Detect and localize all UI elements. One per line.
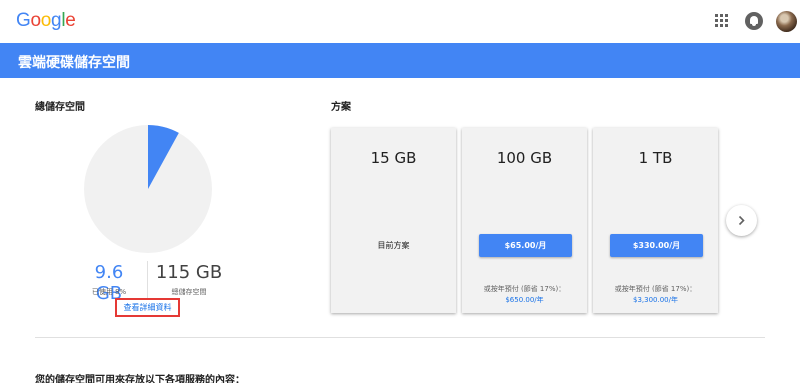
chevron-right-icon — [738, 215, 745, 226]
total-storage-value: 115 GB — [155, 262, 223, 283]
services-heading: 您的儲存空間可用來存放以下各項服務的內容： — [35, 375, 245, 383]
plan-card-1tb: 1 TB $330.00/月 或按年預付 (節省 17%)： $3,300.00… — [593, 128, 718, 313]
buy-100gb-button[interactable]: $65.00/月 — [479, 234, 572, 257]
logo-letter: g — [51, 10, 62, 31]
logo-letter: o — [40, 10, 52, 31]
annual-note: 或按年預付 (節省 17%)： — [614, 285, 697, 293]
logo-letter: e — [65, 10, 76, 31]
plan-size: 1 TB — [638, 149, 673, 167]
plan-card-100gb: 100 GB $65.00/月 或按年預付 (節省 17%)： $650.00/… — [462, 128, 587, 313]
logo-letter: G — [16, 10, 31, 31]
view-details-link[interactable]: 查看詳細資料 — [115, 298, 180, 317]
plan-card-15gb: 15 GB 目前方案 — [331, 128, 456, 313]
total-storage-heading: 總儲存空間 — [35, 102, 85, 113]
top-bar: Google — [0, 0, 800, 43]
annual-price-link[interactable]: $650.00/年 — [462, 295, 587, 305]
section-divider — [35, 337, 765, 338]
page-banner: 雲端硬碟儲存空間 — [0, 43, 800, 78]
storage-pie-chart — [84, 125, 212, 253]
account-avatar[interactable] — [776, 11, 797, 32]
storage-divider — [147, 261, 148, 298]
plan-size: 15 GB — [370, 149, 417, 167]
used-storage-label: 已使用 8% — [91, 288, 127, 296]
apps-icon[interactable] — [715, 14, 729, 28]
plans-heading: 方案 — [331, 102, 351, 113]
notifications-icon[interactable] — [745, 12, 763, 30]
annual-price-link[interactable]: $3,300.00/年 — [593, 295, 718, 305]
google-logo[interactable]: Google — [16, 10, 76, 32]
total-storage-label: 總儲存空間 — [171, 288, 207, 296]
next-plans-button[interactable] — [726, 205, 757, 236]
buy-1tb-button[interactable]: $330.00/月 — [610, 234, 703, 257]
page-title: 雲端硬碟儲存空間 — [18, 55, 130, 71]
plan-size: 100 GB — [496, 149, 553, 167]
annual-note: 或按年預付 (節省 17%)： — [483, 285, 566, 293]
current-plan-label: 目前方案 — [377, 241, 410, 250]
logo-letter: o — [30, 10, 41, 31]
